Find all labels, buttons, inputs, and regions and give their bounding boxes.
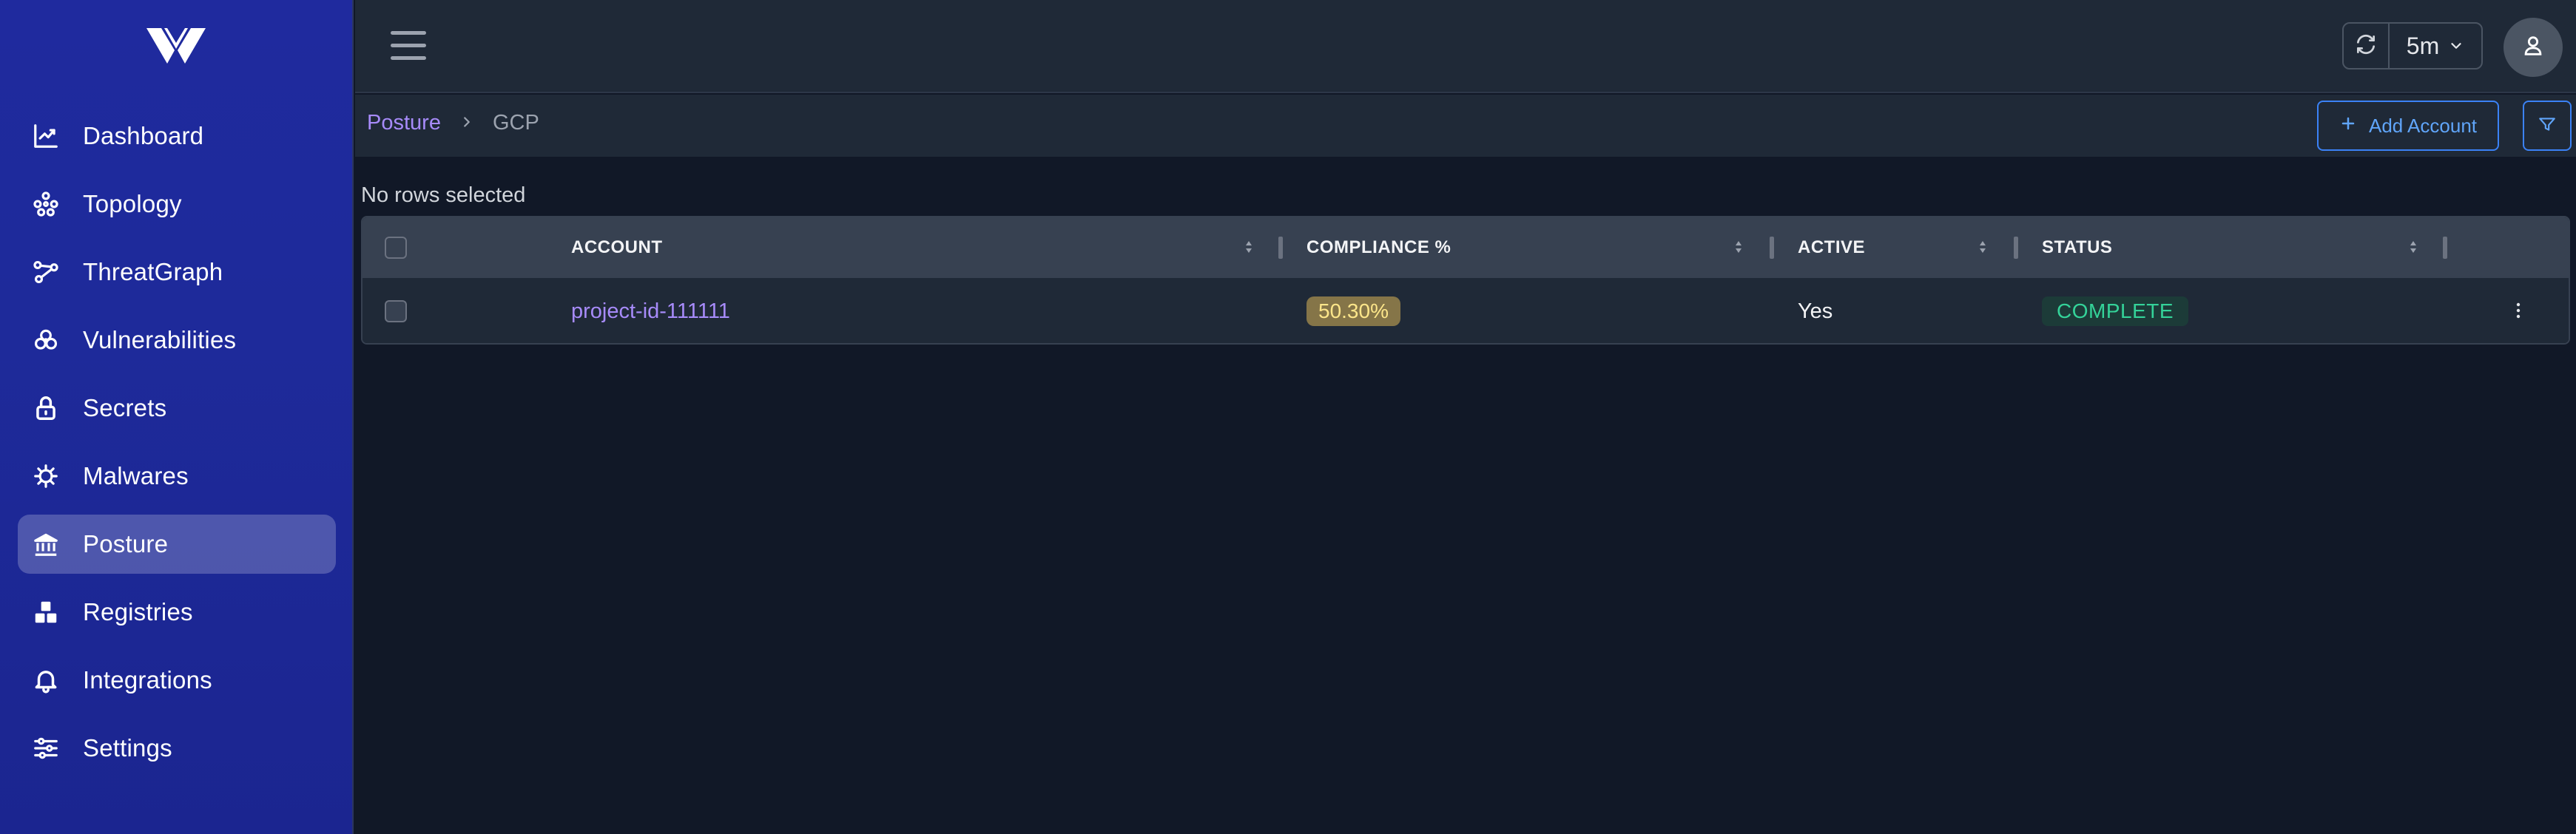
refresh-icon <box>2354 33 2378 60</box>
boxes-icon <box>31 597 61 627</box>
refresh-interval-select[interactable]: 5m <box>2390 24 2481 68</box>
column-resize-handle[interactable] <box>1278 237 1283 259</box>
sort-icon[interactable] <box>1734 238 1743 260</box>
add-account-label: Add Account <box>2369 114 2477 137</box>
biohazard-icon <box>31 325 61 355</box>
sidebar-item-label: Settings <box>83 734 172 762</box>
virus-icon <box>31 461 61 491</box>
add-account-button[interactable]: Add Account <box>2317 101 2499 151</box>
sidebar-item-threatgraph[interactable]: ThreatGraph <box>18 243 336 302</box>
chart-line-icon <box>31 121 61 151</box>
selection-status: No rows selected <box>361 183 526 207</box>
table-header: ACCOUNT COMPLIANCE % ACTIVE STATUS <box>363 217 2569 278</box>
column-header-active[interactable]: ACTIVE <box>1798 217 1865 278</box>
sidebar-item-integrations[interactable]: Integrations <box>18 651 336 710</box>
refresh-button[interactable] <box>2344 24 2390 68</box>
logo[interactable] <box>145 25 207 67</box>
sidebar-item-settings[interactable]: Settings <box>18 719 336 778</box>
top-bar: 5m <box>355 0 2576 93</box>
table-row[interactable]: project-id-111111 50.30% Yes COMPLETE <box>363 278 2569 343</box>
account-link[interactable]: project-id-111111 <box>571 299 730 324</box>
user-avatar-button[interactable] <box>2503 18 2563 77</box>
sort-icon[interactable] <box>2409 238 2418 260</box>
sidebar-item-topology[interactable]: Topology <box>18 174 336 234</box>
compliance-cell: 50.30% <box>1306 278 1400 343</box>
user-icon <box>2521 33 2546 62</box>
account-cell: project-id-111111 <box>571 278 730 343</box>
sidebar-item-posture[interactable]: Posture <box>18 515 336 574</box>
breadcrumb-bar: Posture GCP Add Account <box>355 95 2576 157</box>
column-label: COMPLIANCE % <box>1306 237 1451 257</box>
more-actions-icon[interactable] <box>2515 300 2521 325</box>
column-label: STATUS <box>2042 237 2113 257</box>
sidebar-item-label: Malwares <box>83 462 189 489</box>
column-header-account[interactable]: ACCOUNT <box>571 217 663 278</box>
column-resize-handle[interactable] <box>2443 237 2447 259</box>
sort-icon[interactable] <box>1978 238 1987 260</box>
sidebar-item-label: Topology <box>83 190 182 217</box>
plus-icon <box>2339 115 2357 138</box>
sidebar-item-dashboard[interactable]: Dashboard <box>18 106 336 166</box>
sidebar-item-secrets[interactable]: Secrets <box>18 379 336 438</box>
sidebar-item-vulnerabilities[interactable]: Vulnerabilities <box>18 311 336 370</box>
sidebar-nav: Dashboard Topology ThreatGraph Vulnerabi… <box>18 106 336 787</box>
sidebar-item-malwares[interactable]: Malwares <box>18 447 336 506</box>
sidebar-item-label: Dashboard <box>83 122 204 149</box>
column-label: ACCOUNT <box>571 237 663 257</box>
breadcrumb: Posture GCP <box>367 111 539 135</box>
compliance-badge: 50.30% <box>1306 296 1400 326</box>
select-all-checkbox[interactable] <box>385 237 407 259</box>
accounts-table: ACCOUNT COMPLIANCE % ACTIVE STATUS proje… <box>361 216 2570 345</box>
breadcrumb-current: GCP <box>492 111 539 135</box>
breadcrumb-link-posture[interactable]: Posture <box>367 111 441 135</box>
topology-icon <box>31 189 61 219</box>
sidebar-item-label: Vulnerabilities <box>83 326 237 353</box>
column-label: ACTIVE <box>1798 237 1866 257</box>
row-select-cell <box>385 278 407 343</box>
row-checkbox[interactable] <box>385 300 407 322</box>
refresh-control: 5m <box>2342 22 2483 70</box>
active-value: Yes <box>1798 299 1833 323</box>
filter-icon <box>2538 115 2557 138</box>
threatgraph-icon <box>31 257 61 287</box>
sidebar-item-label: Integrations <box>83 666 212 694</box>
sidebar-item-registries[interactable]: Registries <box>18 583 336 642</box>
sidebar: Dashboard Topology ThreatGraph Vulnerabi… <box>0 0 354 834</box>
column-header-status[interactable]: STATUS <box>2042 217 2112 278</box>
sidebar-item-label: Registries <box>83 598 193 626</box>
column-resize-handle[interactable] <box>2014 237 2018 259</box>
column-resize-handle[interactable] <box>1770 237 1774 259</box>
sidebar-item-label: Secrets <box>83 394 167 421</box>
filter-button[interactable] <box>2523 101 2572 151</box>
sidebar-item-label: ThreatGraph <box>83 258 223 285</box>
status-badge: COMPLETE <box>2042 296 2189 326</box>
bank-icon <box>31 529 61 559</box>
refresh-interval-value: 5m <box>2406 32 2440 59</box>
chevron-down-icon <box>2448 33 2464 60</box>
menu-icon[interactable] <box>389 28 428 64</box>
sliders-icon <box>31 733 61 763</box>
active-cell: Yes <box>1798 278 1833 343</box>
sidebar-item-label: Posture <box>83 530 169 557</box>
chevron-right-icon <box>459 112 475 135</box>
select-all-cell <box>385 217 407 278</box>
status-cell: COMPLETE <box>2042 278 2189 343</box>
bell-icon <box>31 665 61 695</box>
column-header-compliance[interactable]: COMPLIANCE % <box>1306 217 1451 278</box>
sort-icon[interactable] <box>1244 238 1253 260</box>
lock-icon <box>31 393 61 423</box>
